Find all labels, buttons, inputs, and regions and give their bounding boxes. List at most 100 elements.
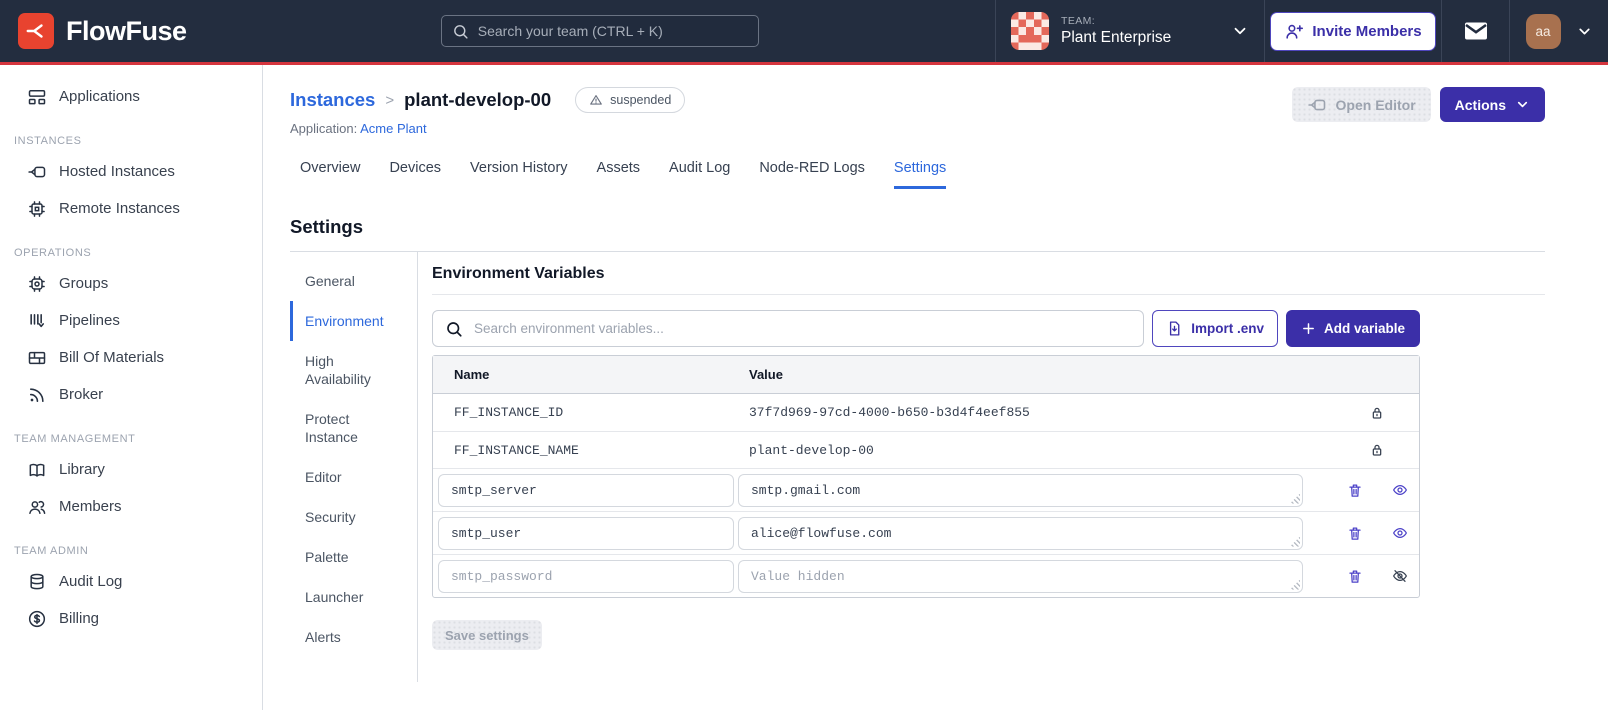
- subnav-high-availability[interactable]: High Availability: [290, 341, 400, 399]
- invite-members-label: Invite Members: [1312, 22, 1422, 40]
- sidebar-item-library[interactable]: Library: [0, 451, 262, 488]
- team-search[interactable]: [440, 15, 759, 47]
- table-row: FF_INSTANCE_NAME plant-develop-00: [433, 431, 1419, 468]
- table-row: [433, 511, 1419, 554]
- tab-audit-log[interactable]: Audit Log: [669, 160, 730, 189]
- node-editor-icon: [1307, 95, 1327, 115]
- env-search[interactable]: [432, 310, 1145, 347]
- add-variable-button[interactable]: Add variable: [1285, 310, 1420, 347]
- open-editor-label: Open Editor: [1335, 96, 1416, 113]
- save-settings-button[interactable]: Save settings: [432, 620, 542, 650]
- table-header: Name Value: [433, 356, 1419, 394]
- env-variables-table: Name Value FF_INSTANCE_ID 37f7d969-97cd-…: [432, 355, 1420, 598]
- sidebar-section-instances: INSTANCES: [14, 135, 82, 147]
- sidebar-item-label: Members: [59, 498, 122, 515]
- open-editor-button[interactable]: Open Editor: [1291, 87, 1431, 122]
- breadcrumb-separator: >: [385, 91, 395, 109]
- env-var-name-input[interactable]: [438, 559, 734, 593]
- members-icon: [27, 497, 47, 517]
- tab-assets[interactable]: Assets: [597, 160, 641, 189]
- eye-off-icon: [1391, 568, 1409, 584]
- delete-variable-button[interactable]: [1347, 525, 1363, 542]
- sidebar-item-broker[interactable]: Broker: [0, 376, 262, 413]
- invite-members-button[interactable]: Invite Members: [1270, 11, 1436, 51]
- breadcrumb-instances-link[interactable]: Instances: [290, 89, 375, 111]
- env-var-value-input[interactable]: [738, 516, 1303, 550]
- team-search-input[interactable]: [477, 23, 748, 39]
- application-link[interactable]: Acme Plant: [360, 121, 426, 136]
- actions-button[interactable]: Actions: [1439, 87, 1545, 122]
- envelope-icon: [1463, 20, 1489, 42]
- env-var-value: plant-develop-00: [749, 442, 874, 458]
- flowfuse-logo-icon: [18, 13, 54, 49]
- eye-icon: [1391, 525, 1409, 541]
- sidebar-item-label: Library: [59, 461, 105, 478]
- remote-instances-icon: [27, 199, 47, 219]
- sidebar-item-hosted-instances[interactable]: Hosted Instances: [0, 153, 262, 190]
- subnav-environment[interactable]: Environment: [290, 301, 400, 341]
- env-var-value-input[interactable]: [738, 473, 1303, 507]
- chevron-down-icon: [1515, 97, 1530, 112]
- import-env-label: Import .env: [1191, 321, 1264, 336]
- delete-variable-button[interactable]: [1347, 568, 1363, 585]
- sidebar-item-label: Bill Of Materials: [59, 349, 165, 366]
- env-var-value-input[interactable]: [738, 559, 1303, 593]
- sidebar-item-groups[interactable]: Groups: [0, 265, 262, 302]
- audit-log-icon: [27, 572, 47, 592]
- eye-icon: [1391, 482, 1409, 498]
- sidebar-section-team-management: TEAM MANAGEMENT: [14, 433, 136, 445]
- sidebar-item-remote-instances[interactable]: Remote Instances: [0, 190, 262, 227]
- tab-node-red-logs[interactable]: Node-RED Logs: [759, 160, 865, 189]
- sidebar-section-team-admin: TEAM ADMIN: [14, 545, 89, 557]
- tab-version-history[interactable]: Version History: [470, 160, 568, 189]
- subnav-alerts[interactable]: Alerts: [290, 617, 400, 657]
- trash-icon: [1347, 568, 1363, 585]
- subnav-editor[interactable]: Editor: [290, 457, 400, 497]
- sidebar-item-billing[interactable]: Billing: [0, 600, 262, 637]
- broker-icon: [27, 385, 47, 405]
- brand-home-link[interactable]: FlowFuse: [0, 0, 205, 62]
- bill-of-materials-icon: [27, 348, 47, 368]
- sidebar-item-label: Remote Instances: [59, 200, 180, 217]
- import-env-button[interactable]: Import .env: [1152, 310, 1278, 347]
- subnav-palette[interactable]: Palette: [290, 537, 400, 577]
- subnav-security[interactable]: Security: [290, 497, 400, 537]
- notifications-button[interactable]: [1441, 0, 1509, 62]
- groups-icon: [27, 274, 47, 294]
- settings-title: Settings: [290, 216, 363, 237]
- env-search-input[interactable]: [474, 321, 1132, 336]
- tab-devices[interactable]: Devices: [389, 160, 441, 189]
- env-var-name-input[interactable]: [438, 473, 734, 507]
- trash-icon: [1347, 525, 1363, 542]
- sidebar-item-pipelines[interactable]: Pipelines: [0, 302, 262, 339]
- lock-icon: [1307, 405, 1419, 421]
- sidebar-item-audit-log[interactable]: Audit Log: [0, 563, 262, 600]
- sidebar-item-bill-of-materials[interactable]: Bill Of Materials: [0, 339, 262, 376]
- sidebar-item-label: Billing: [59, 610, 100, 627]
- subnav-launcher[interactable]: Launcher: [290, 577, 400, 617]
- sidebar-item-members[interactable]: Members: [0, 488, 262, 525]
- column-header-value: Value: [749, 367, 783, 382]
- tab-settings[interactable]: Settings: [893, 160, 947, 189]
- team-selector[interactable]: TEAM: Plant Enterprise: [995, 0, 1264, 62]
- delete-variable-button[interactable]: [1347, 482, 1363, 499]
- sidebar-item-applications[interactable]: Applications: [0, 78, 262, 115]
- billing-icon: [27, 609, 47, 629]
- toggle-visibility-button[interactable]: [1391, 525, 1409, 541]
- brand-name: FlowFuse: [66, 15, 187, 46]
- warning-triangle-icon: [589, 93, 603, 107]
- tab-overview[interactable]: Overview: [300, 160, 360, 189]
- subnav-general[interactable]: General: [290, 261, 400, 301]
- table-row: FF_INSTANCE_ID 37f7d969-97cd-4000-b650-b…: [433, 394, 1419, 431]
- sidebar-item-label: Groups: [59, 275, 109, 292]
- instance-tabs: Overview Devices Version History Assets …: [300, 160, 1545, 189]
- toggle-visibility-button[interactable]: [1391, 482, 1409, 498]
- user-menu[interactable]: aa: [1509, 0, 1608, 62]
- subnav-protect-instance[interactable]: Protect Instance: [290, 399, 400, 457]
- invite-section: Invite Members: [1264, 0, 1441, 62]
- sidebar: Applications INSTANCES Hosted Instances …: [0, 65, 263, 710]
- sidebar-section-operations: OPERATIONS: [14, 247, 92, 259]
- env-var-name-input[interactable]: [438, 516, 734, 550]
- sidebar-item-label: Applications: [59, 88, 140, 105]
- toggle-visibility-button[interactable]: [1391, 568, 1409, 584]
